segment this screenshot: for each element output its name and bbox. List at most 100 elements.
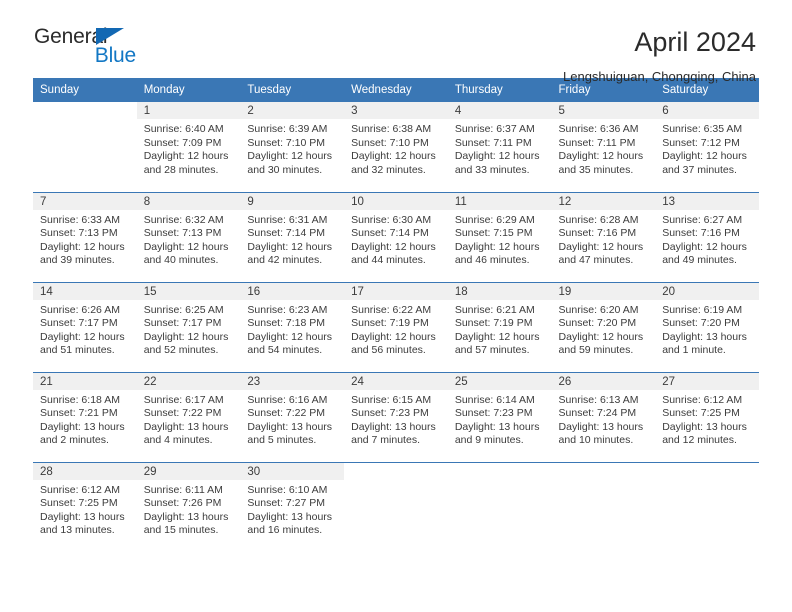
daylight-duration-line1: Daylight: 13 hours [247,420,333,433]
day-details: Sunrise: 6:10 AM Sunset: 7:27 PM Daylight:… [240,480,344,538]
sunset-time: Sunset: 7:25 PM [662,407,740,420]
sunset-time: Sunset: 7:19 PM [454,317,533,330]
daylight-duration-line1: Daylight: 12 hours [662,150,747,163]
sunrise-time: Sunrise: 6:27 AM [662,213,743,226]
calendar-day-cell[interactable]: 6 Sunrise: 6:35 AM Sunset: 7:12 PM Daylight… [655,102,759,192]
calendar-day-cell[interactable]: 20 Sunrise: 6:19 AM Sunset: 7:20 PM Dayligh… [655,281,759,372]
sunset-time: Sunset: 7:14 PM [351,227,429,240]
brand-logo[interactable]: General Blue [34,26,138,66]
day-details: Sunrise: 6:12 AM Sunset: 7:25 PM Daylight:… [33,480,137,538]
daylight-duration-line1: Daylight: 12 hours [351,240,436,253]
day-details: Sunrise: 6:25 AM Sunset: 7:17 PM Daylight:… [137,300,241,358]
calendar-day-cell[interactable]: 29 Sunrise: 6:11 AM Sunset: 7:26 PM Dayligh… [136,461,241,552]
calendar-day-cell[interactable]: 25 Sunrise: 6:14 AM Sunset: 7:23 PM Dayligh… [447,371,552,462]
daylight-duration-line2: and 5 minutes. [247,434,317,447]
calendar-day-cell[interactable]: 18 Sunrise: 6:21 AM Sunset: 7:19 PM Dayligh… [447,281,552,372]
sunrise-time: Sunrise: 6:25 AM [143,303,224,316]
sunset-time: Sunset: 7:16 PM [662,227,740,240]
daylight-duration-line2: and 33 minutes. [454,163,530,176]
sunrise-time: Sunrise: 6:31 AM [247,213,328,226]
daylight-duration-line2: and 56 minutes. [351,344,426,357]
daylight-duration-line2: and 13 minutes. [40,524,115,537]
calendar-day-cell[interactable]: 15 Sunrise: 6:25 AM Sunset: 7:17 PM Dayligh… [136,281,241,372]
calendar-cell-empty [551,461,656,552]
daylight-duration-line2: and 4 minutes. [143,434,213,447]
calendar-day-cell[interactable]: 27 Sunrise: 6:12 AM Sunset: 7:25 PM Dayligh… [655,371,759,462]
daylight-duration-line1: Daylight: 13 hours [40,420,125,433]
calendar-day-cell[interactable]: 14 Sunrise: 6:26 AM Sunset: 7:17 PM Dayligh… [33,281,137,372]
day-number: 18 [447,282,552,300]
sunrise-time: Sunrise: 6:10 AM [247,483,328,496]
calendar-day-cell[interactable]: 24 Sunrise: 6:15 AM Sunset: 7:23 PM Dayligh… [344,371,448,462]
sunset-time: Sunset: 7:09 PM [143,136,222,149]
calendar-day-cell[interactable]: 10 Sunrise: 6:30 AM Sunset: 7:14 PM Dayligh… [344,191,448,282]
page-header: General Blue April 2024 Lengshuiguan, Ch… [0,0,792,84]
daylight-duration-line1: Daylight: 13 hours [454,420,540,433]
calendar-day-cell[interactable]: 17 Sunrise: 6:22 AM Sunset: 7:19 PM Dayligh… [344,281,448,372]
calendar-day-cell[interactable]: 2 Sunrise: 6:39 AM Sunset: 7:10 PM Daylight… [240,102,345,192]
day-details: Sunrise: 6:12 AM Sunset: 7:25 PM Daylight:… [655,390,759,448]
daylight-duration-line1: Daylight: 13 hours [351,420,436,433]
daylight-duration-line2: and 2 minutes. [40,434,109,447]
day-details: Sunrise: 6:32 AM Sunset: 7:13 PM Daylight:… [137,210,241,268]
sunrise-time: Sunrise: 6:28 AM [558,213,639,226]
day-details: Sunrise: 6:39 AM Sunset: 7:10 PM Daylight:… [240,119,344,177]
calendar-day-cell[interactable]: 9 Sunrise: 6:31 AM Sunset: 7:14 PM Daylight… [240,191,345,282]
calendar-day-cell[interactable]: 11 Sunrise: 6:29 AM Sunset: 7:15 PM Dayligh… [447,191,552,282]
sunrise-time: Sunrise: 6:13 AM [558,393,639,406]
calendar-day-cell[interactable]: 7 Sunrise: 6:33 AM Sunset: 7:13 PM Daylight… [33,191,137,282]
calendar-day-cell[interactable]: 21 Sunrise: 6:18 AM Sunset: 7:21 PM Dayligh… [33,371,137,462]
day-number: 3 [344,102,448,119]
calendar-week-row: 7 Sunrise: 6:33 AM Sunset: 7:13 PM Daylight… [33,191,759,282]
daylight-duration-line2: and 57 minutes. [454,344,530,357]
sunrise-time: Sunrise: 6:37 AM [454,123,535,135]
daylight-duration-line1: Daylight: 13 hours [143,420,229,433]
calendar-day-cell[interactable]: 12 Sunrise: 6:28 AM Sunset: 7:16 PM Dayligh… [551,191,656,282]
triangle-icon [96,28,124,45]
day-number: 23 [240,372,345,390]
daylight-duration-line1: Daylight: 13 hours [247,510,333,523]
calendar-day-cell[interactable]: 28 Sunrise: 6:12 AM Sunset: 7:25 PM Dayligh… [33,461,137,552]
calendar-day-cell[interactable]: 22 Sunrise: 6:17 AM Sunset: 7:22 PM Dayligh… [136,371,241,462]
daylight-duration-line1: Daylight: 12 hours [247,150,333,163]
sunrise-time: Sunrise: 6:39 AM [247,123,328,135]
calendar-day-cell[interactable]: 30 Sunrise: 6:10 AM Sunset: 7:27 PM Dayligh… [240,461,345,552]
day-number: 14 [33,282,137,300]
day-number: 13 [655,192,759,210]
calendar-day-cell[interactable]: 16 Sunrise: 6:23 AM Sunset: 7:18 PM Dayligh… [240,281,345,372]
daylight-duration-line2: and 7 minutes. [351,434,420,447]
daylight-duration-line2: and 44 minutes. [351,254,426,267]
calendar-day-cell[interactable]: 19 Sunrise: 6:20 AM Sunset: 7:20 PM Dayligh… [551,281,656,372]
calendar-day-cell[interactable]: 8 Sunrise: 6:32 AM Sunset: 7:13 PM Daylight… [136,191,241,282]
daylight-duration-line1: Daylight: 12 hours [558,150,644,163]
day-details: Sunrise: 6:29 AM Sunset: 7:15 PM Daylight:… [448,210,552,268]
sunrise-time: Sunrise: 6:26 AM [40,303,120,316]
sunset-time: Sunset: 7:13 PM [143,227,222,240]
sunrise-time: Sunrise: 6:16 AM [247,393,328,406]
daylight-duration-line1: Daylight: 12 hours [143,330,229,343]
sunrise-time: Sunrise: 6:38 AM [351,123,432,135]
calendar-day-cell[interactable]: 13 Sunrise: 6:27 AM Sunset: 7:16 PM Dayligh… [655,191,759,282]
calendar-day-cell[interactable]: 5 Sunrise: 6:36 AM Sunset: 7:11 PM Daylight… [551,102,656,192]
calendar-day-cell[interactable]: 23 Sunrise: 6:16 AM Sunset: 7:22 PM Dayligh… [240,371,345,462]
daylight-duration-line1: Daylight: 12 hours [143,240,229,253]
day-number: 30 [240,462,345,480]
weekday-header-thursday: Thursday [447,78,552,102]
sunrise-time: Sunrise: 6:32 AM [143,213,224,226]
day-details: Sunrise: 6:21 AM Sunset: 7:19 PM Daylight:… [448,300,552,358]
daylight-duration-line1: Daylight: 12 hours [558,240,644,253]
sunset-time: Sunset: 7:14 PM [247,227,326,240]
calendar-day-cell[interactable]: 4 Sunrise: 6:37 AM Sunset: 7:11 PM Daylight… [447,102,552,192]
calendar-day-cell[interactable]: 1 Sunrise: 6:40 AM Sunset: 7:09 PM Daylight… [136,102,241,192]
sunset-time: Sunset: 7:27 PM [247,497,326,510]
sunset-time: Sunset: 7:25 PM [40,497,118,510]
day-number: 27 [655,372,759,390]
weekday-header-wednesday: Wednesday [344,78,448,102]
day-number: 1 [136,102,241,119]
day-details: Sunrise: 6:13 AM Sunset: 7:24 PM Daylight:… [552,390,656,448]
sunset-time: Sunset: 7:21 PM [40,407,118,420]
calendar-day-cell[interactable]: 26 Sunrise: 6:13 AM Sunset: 7:24 PM Dayligh… [551,371,656,462]
daylight-duration-line1: Daylight: 12 hours [454,330,540,343]
calendar-day-cell[interactable]: 3 Sunrise: 6:38 AM Sunset: 7:10 PM Daylight… [344,102,448,192]
sunset-time: Sunset: 7:22 PM [247,407,326,420]
